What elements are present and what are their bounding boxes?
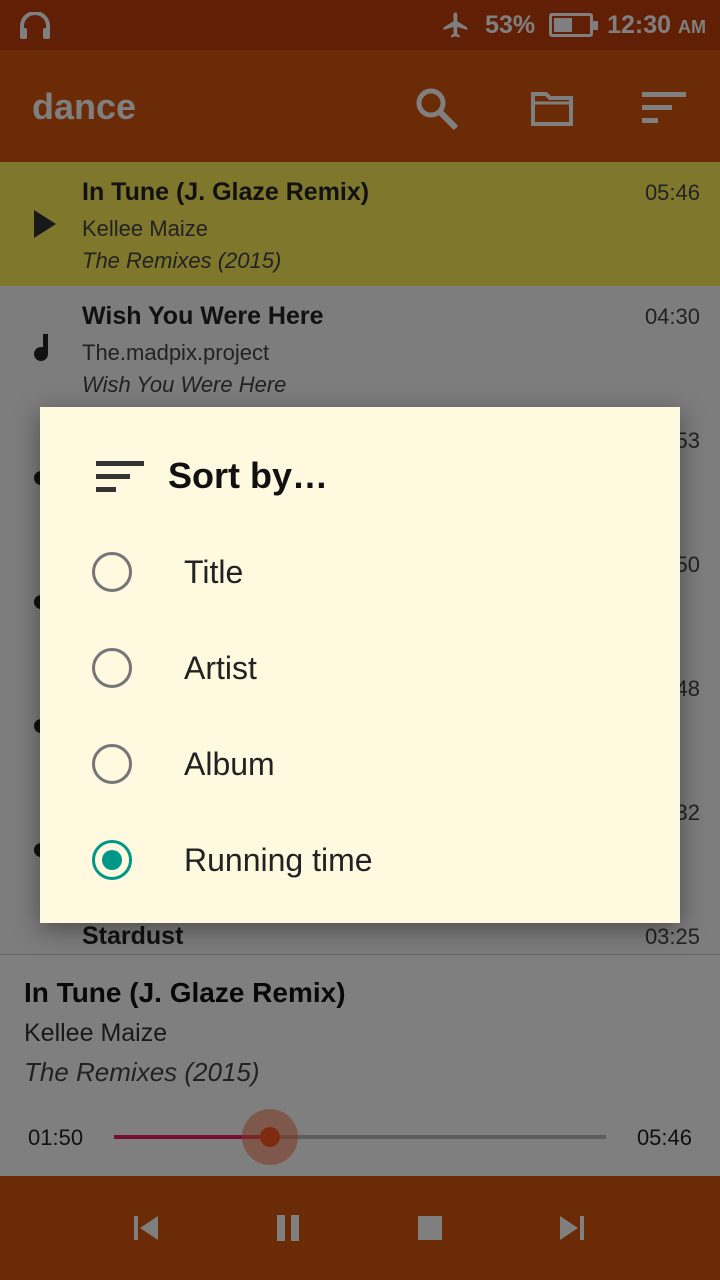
sort-option-label: Artist [184,650,257,686]
radio-button[interactable] [92,552,132,592]
sort-option-label: Album [184,746,275,782]
sort-option-label: Running time [184,842,373,878]
radio-button[interactable] [92,648,132,688]
sort-option-artist[interactable]: Artist [40,620,680,716]
dialog-title: Sort by… [168,455,329,496]
radio-button[interactable] [92,744,132,784]
sort-option-label: Title [184,554,244,590]
sort-option-running-time[interactable]: Running time [40,812,680,908]
sort-option-title[interactable]: Title [40,524,680,620]
sort-icon [96,461,144,492]
radio-button-selected[interactable] [92,840,132,880]
sort-dialog: Sort by… Title Artist Album Running time [40,407,680,923]
sort-option-album[interactable]: Album [40,716,680,812]
